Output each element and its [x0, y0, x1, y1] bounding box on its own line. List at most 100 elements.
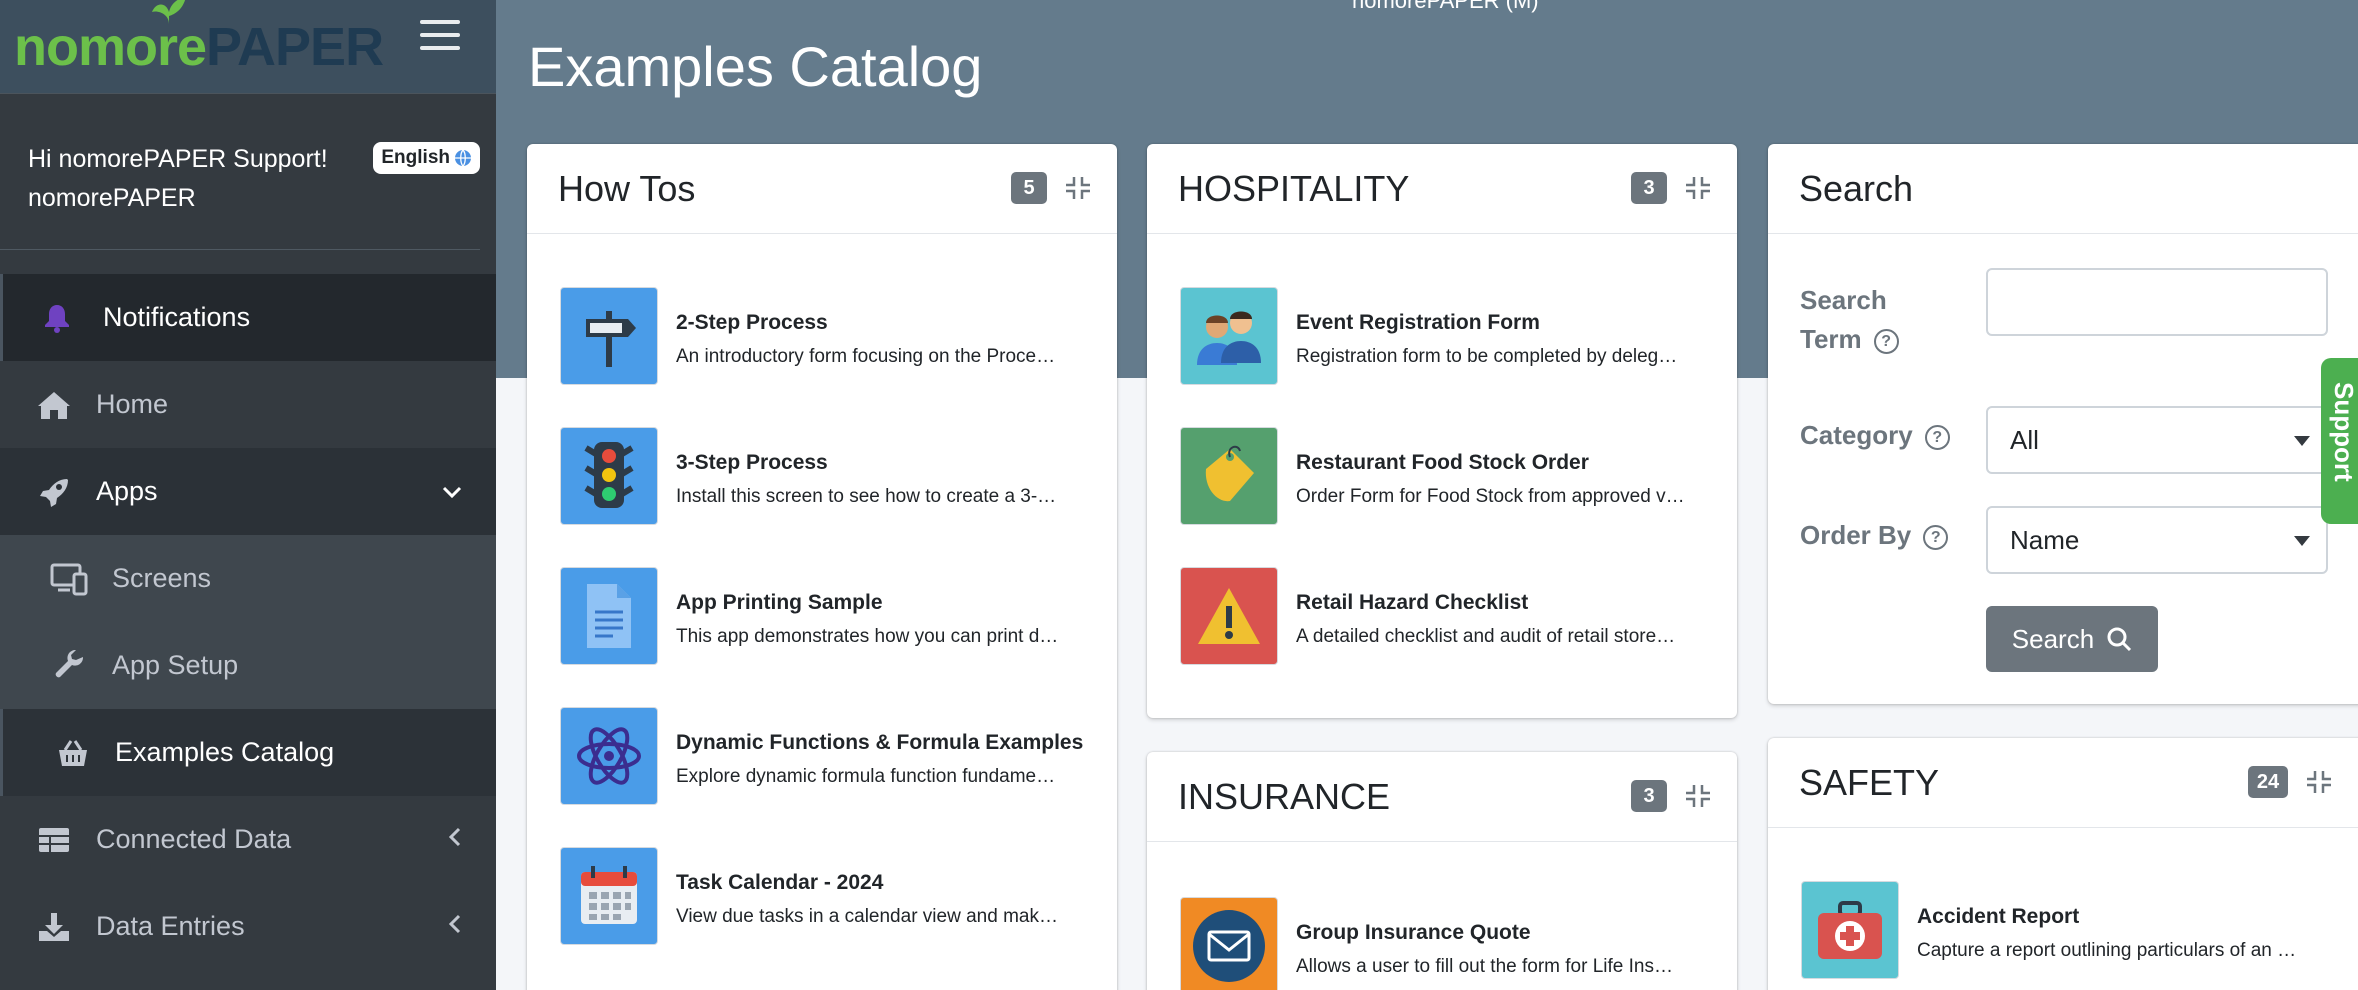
rocket-icon	[34, 472, 74, 512]
order-by-select[interactable]: Name	[1986, 506, 2328, 574]
download-icon	[34, 907, 74, 947]
user-panel: Hi nomorePAPER Support! nomorePAPER Engl…	[0, 94, 480, 250]
screens-icon	[50, 559, 90, 599]
search-term-label: Search Term?	[1800, 281, 1899, 359]
sidebar-item-label: Notifications	[103, 302, 251, 332]
item-title: Restaurant Food Stock Order	[1296, 451, 1589, 474]
item-description: An introductory form focusing on the Pro…	[676, 346, 1056, 367]
item-description: Order Form for Food Stock from approved …	[1296, 486, 1685, 507]
sidebar-item-apps[interactable]: Apps	[0, 448, 496, 535]
bell-icon	[37, 298, 77, 338]
sidebar-item-notifications[interactable]: Notifications	[0, 274, 496, 361]
list-item[interactable]: Event Registration Form Registration for…	[1180, 287, 1706, 387]
count-badge: 24	[2248, 766, 2288, 798]
selected-value: All	[2010, 424, 2039, 455]
logo-part-paper: PAPER	[206, 16, 384, 77]
card-safety: SAFETY 24 Accident Report Capture a repo…	[1768, 738, 2358, 990]
item-title: Event Registration Form	[1296, 311, 1540, 334]
collapse-icon[interactable]	[1063, 172, 1093, 204]
card-header: SAFETY 24	[1768, 738, 2358, 828]
category-select[interactable]: All	[1986, 406, 2328, 474]
collapse-icon[interactable]	[2304, 766, 2334, 798]
help-icon[interactable]: ?	[1924, 424, 1950, 450]
card-header: Search	[1768, 144, 2358, 234]
support-tab-label: Support	[2329, 382, 2358, 482]
search-icon	[2107, 627, 2132, 652]
label-line: Search	[1800, 285, 1887, 315]
card-header: HOSPITALITY 3	[1147, 144, 1737, 234]
search-input[interactable]	[1986, 268, 2328, 336]
sidebar-item-app-setup[interactable]: App Setup	[0, 622, 496, 709]
list-item[interactable]: 2-Step Process An introductory form focu…	[560, 287, 1086, 387]
card-title: Search	[1799, 167, 1914, 209]
card-how-tos: How Tos 5 2-Step Process An introductory…	[527, 144, 1117, 990]
sidebar-item-label: Connected Data	[96, 824, 292, 854]
item-description: This app demonstrates how you can print …	[676, 626, 1059, 647]
label-line: Term	[1800, 324, 1862, 354]
sidebar-item-data-entries[interactable]: Data Entries	[0, 883, 496, 970]
list-item[interactable]: Group Insurance Quote Allows a user to f…	[1180, 897, 1706, 990]
signpost-icon	[560, 287, 658, 385]
search-button-label: Search	[2011, 623, 2095, 654]
search-button[interactable]: Search	[1986, 606, 2158, 672]
card-header: How Tos 5	[527, 144, 1117, 234]
basket-icon	[53, 733, 93, 773]
list-item[interactable]: Accident Report Capture a report outlini…	[1801, 881, 2327, 981]
item-title: Accident Report	[1917, 905, 2080, 928]
sidebar-item-home[interactable]: Home	[0, 361, 496, 448]
collapse-icon[interactable]	[1683, 172, 1713, 204]
envelope-icon	[1180, 897, 1278, 990]
list-item[interactable]: 3-Step Process Install this screen to se…	[560, 427, 1086, 527]
card-header: INSURANCE 3	[1147, 752, 1737, 842]
card-hospitality: HOSPITALITY 3 Event Registration Form Re…	[1147, 144, 1737, 718]
table-icon	[34, 820, 74, 860]
count-badge: 5	[1011, 172, 1047, 204]
sidebar: nomore PAPER Hi nomorePAPER Support! nomo…	[0, 0, 496, 990]
sidebar-item-connected-data[interactable]: Connected Data	[0, 796, 496, 883]
document-icon	[560, 567, 658, 665]
brand-logo[interactable]: nomore PAPER	[14, 16, 384, 78]
brand-bar: nomore PAPER	[0, 0, 496, 94]
list-item[interactable]: App Printing Sample This app demonstrate…	[560, 567, 1086, 667]
item-description: Registration form to be completed by del…	[1296, 346, 1678, 367]
sidebar-nav: Notifications Home Apps Screens App Setu…	[0, 274, 496, 970]
item-description: Capture a report outlining particulars o…	[1917, 940, 2297, 961]
category-label: Category?	[1800, 416, 1950, 455]
card-title: SAFETY	[1799, 761, 1940, 803]
list-item[interactable]: Task Calendar - 2024 View due tasks in a…	[560, 847, 1086, 947]
sidebar-item-label: Home	[96, 389, 169, 419]
list-item[interactable]: Restaurant Food Stock Order Order Form f…	[1180, 427, 1706, 527]
card-insurance: INSURANCE 3 Group Insurance Quote Allows…	[1147, 752, 1737, 990]
count-badge: 3	[1631, 172, 1667, 204]
card-title: INSURANCE	[1178, 775, 1391, 817]
order-by-label: Order By?	[1800, 516, 1949, 555]
help-icon[interactable]: ?	[1873, 328, 1899, 354]
list-item[interactable]: Retail Hazard Checklist A detailed check…	[1180, 567, 1706, 667]
card-title: How Tos	[558, 167, 696, 209]
language-label: English	[381, 147, 450, 168]
list-item[interactable]: Dynamic Functions & Formula Examples Exp…	[560, 707, 1086, 807]
hamburger-menu-icon[interactable]	[420, 20, 460, 52]
top-user-label: nomorePAPER (M)	[1352, 0, 1539, 13]
page-title: Examples Catalog	[528, 35, 983, 98]
sidebar-item-label: Screens	[112, 563, 212, 593]
item-description: Allows a user to fill out the form for L…	[1296, 956, 1673, 977]
sidebar-item-examples-catalog[interactable]: Examples Catalog	[0, 709, 496, 796]
item-description: A detailed checklist and audit of retail…	[1296, 626, 1676, 647]
collapse-icon[interactable]	[1683, 780, 1713, 812]
people-icon	[1180, 287, 1278, 385]
main-content: nomorePAPER (M) Examples Catalog How Tos…	[496, 0, 2358, 990]
logo-part-nomore: nomore	[14, 16, 207, 77]
help-icon[interactable]: ?	[1923, 524, 1949, 550]
chevron-left-icon	[448, 827, 462, 853]
tag-icon	[1180, 427, 1278, 525]
support-tab[interactable]: Support	[2321, 358, 2358, 524]
language-button[interactable]: English	[373, 142, 480, 174]
item-description: View due tasks in a calendar view and ma…	[676, 906, 1058, 927]
item-title: Group Insurance Quote	[1296, 921, 1531, 944]
label-text: Order By	[1800, 520, 1912, 550]
item-title: 3-Step Process	[676, 451, 828, 474]
atom-icon	[560, 707, 658, 805]
item-title: App Printing Sample	[676, 591, 883, 614]
sidebar-item-screens[interactable]: Screens	[0, 535, 496, 622]
